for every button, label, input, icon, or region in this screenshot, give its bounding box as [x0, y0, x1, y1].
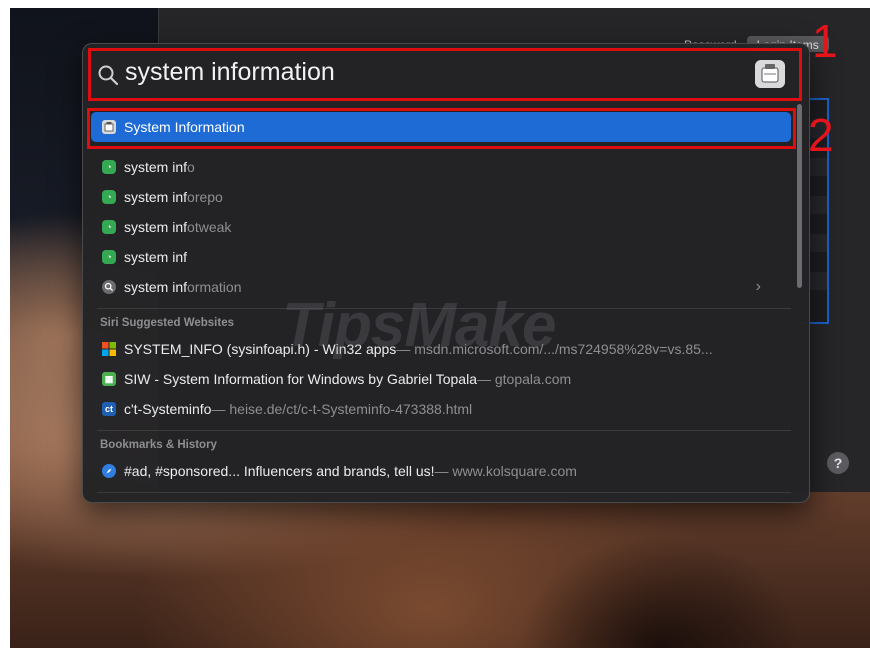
- watermark-logo: TipsMake: [282, 291, 556, 360]
- microsoft-icon: [102, 342, 116, 356]
- help-button[interactable]: ?: [827, 452, 849, 474]
- website-row[interactable]: ▦ SIW - System Information for Windows b…: [91, 364, 791, 394]
- divider: [97, 430, 791, 431]
- suggestion-typed: system inf: [124, 279, 188, 295]
- website-title: c't-Systeminfo: [124, 401, 212, 417]
- suggestion-completion: o: [187, 219, 195, 235]
- bookmark-row[interactable]: #ad, #sponsored... Influencers and brand…: [91, 456, 791, 486]
- search-web-icon: [102, 280, 116, 294]
- suggestion-typed: system inf: [124, 249, 188, 265]
- annotation-box-result: [87, 108, 796, 149]
- website-row[interactable]: ct c't-Systeminfo — heise.de/ct/c-t-Syst…: [91, 394, 791, 424]
- suggestion-completion: o: [187, 159, 195, 175]
- website-url: — gtopala.com: [476, 371, 572, 387]
- suggestion-row[interactable]: ◔ system inf o: [91, 152, 791, 182]
- website-url: — heise.de/ct/c-t-Systeminfo-473388.html: [211, 401, 473, 417]
- siri-suggestion-icon: ◔: [102, 160, 116, 174]
- bookmark-url: — www.kolsquare.com: [434, 463, 577, 479]
- divider: [97, 492, 791, 493]
- suggestion-rest: repo: [194, 189, 223, 205]
- section-header-bookmarks: Bookmarks & History: [100, 439, 217, 451]
- annotation-box-search: [88, 48, 802, 101]
- siri-suggestion-icon: ◔: [102, 220, 116, 234]
- suggestion-rest: tweak: [194, 219, 232, 235]
- suggestion-rest: ormation: [187, 279, 242, 295]
- scrollbar[interactable]: [797, 104, 802, 288]
- suggestion-row[interactable]: ◔ system inf: [91, 242, 791, 272]
- siri-suggestion-icon: ◔: [102, 250, 116, 264]
- suggestion-completion: o: [187, 189, 195, 205]
- section-header-websites: Siri Suggested Websites: [100, 317, 234, 329]
- website-title: SIW - System Information for Windows by …: [124, 371, 477, 387]
- bookmark-title: #ad, #sponsored... Influencers and brand…: [124, 463, 435, 479]
- siri-suggestion-icon: ◔: [102, 190, 116, 204]
- suggestion-typed: system inf: [124, 159, 188, 175]
- chevron-right-icon: ›: [755, 278, 761, 295]
- suggestion-row[interactable]: ◔ system inf o tweak: [91, 212, 791, 242]
- suggestion-typed: system inf: [124, 189, 188, 205]
- annotation-number-1: 1: [812, 15, 838, 67]
- siw-icon: ▦: [102, 372, 116, 386]
- suggestion-row[interactable]: ◔ system inf o repo: [91, 182, 791, 212]
- suggestion-typed: system inf: [124, 219, 188, 235]
- safari-icon: [102, 464, 116, 478]
- annotation-number-2: 2: [808, 109, 834, 161]
- ct-icon: ct: [102, 402, 116, 416]
